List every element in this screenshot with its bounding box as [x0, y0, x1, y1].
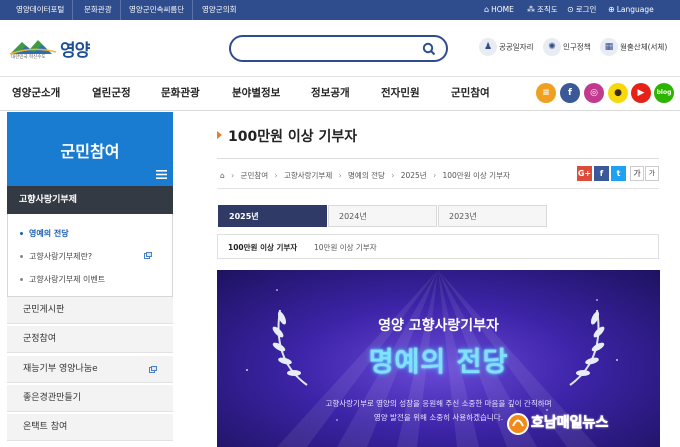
gnb-culture[interactable]: 문화관광 — [161, 85, 200, 100]
chevron-right-icon: › — [338, 171, 342, 180]
news-watermark-text: 호남매일뉴스 — [531, 415, 609, 432]
blog-icon[interactable]: blog — [654, 83, 674, 103]
search-icon[interactable] — [422, 42, 436, 56]
home-link[interactable]: ⌂ HOME — [484, 0, 514, 20]
sidebar-subitem-what-is[interactable]: 고향사랑기부제란? — [20, 251, 92, 262]
sidebar-title: 군민참여 — [60, 142, 120, 161]
logo-text: 영양 — [60, 41, 90, 61]
instagram-icon[interactable]: ◎ — [584, 83, 604, 103]
amount-subtabs: 100만원 이상 기부자 10만원 이상 기부자 — [217, 234, 659, 259]
hamburger-icon[interactable] — [156, 170, 167, 179]
gnb-participation[interactable]: 군민참여 — [451, 85, 490, 100]
breadcrumb-item[interactable]: 2025년 — [401, 171, 427, 180]
home-icon[interactable]: ⌂ — [220, 171, 225, 180]
kakao-icon[interactable]: ● — [608, 83, 628, 103]
external-link-icon — [144, 252, 152, 259]
search-input[interactable] — [243, 42, 413, 56]
sidebar-item-ontact[interactable]: 온택트 참여 — [7, 414, 173, 441]
chevron-right-icon: › — [433, 171, 437, 180]
facebook-share-icon[interactable]: f — [594, 166, 609, 181]
breadcrumb-item[interactable]: 고향사랑기부제 — [284, 171, 332, 180]
title-divider — [217, 158, 659, 159]
top-utility-bar: 영양데이터포털 문화관광 영양군민속씨름단 영양군의회 ⌂ HOME ⁂ 조직도 ⊙… — [0, 0, 680, 20]
breadcrumb-divider — [217, 188, 659, 189]
tab-year-2025[interactable]: 2025년 — [218, 205, 327, 227]
sidebar-item-participation[interactable]: 군정참여 — [7, 326, 173, 353]
youtube-icon[interactable]: ▶ — [631, 83, 651, 103]
sidebar-header: 군민참여 — [7, 112, 173, 186]
language-link[interactable]: ⊕ Language — [608, 0, 654, 20]
grid-icon: ▦ — [600, 38, 618, 56]
nav-bottom-divider — [0, 110, 680, 111]
external-link-icon — [149, 366, 157, 373]
lock-icon: ⊙ — [567, 5, 574, 14]
header-link-font[interactable]: ▦ 월출산체(서체) — [600, 38, 667, 58]
sidebar-submenu: 영예의 전당 고향사랑기부제란? 고향사랑기부제 이벤트 — [7, 214, 173, 297]
subtab-over-100k[interactable]: 10만원 이상 기부자 — [314, 235, 377, 260]
bullet-icon — [20, 232, 23, 235]
gnb-about[interactable]: 영양군소개 — [12, 85, 60, 100]
top-link-council[interactable]: 영양군의회 — [194, 0, 245, 20]
breadcrumb-item[interactable]: 명예의 전당 — [348, 171, 385, 180]
breadcrumb: ⌂ › 군민참여 › 고향사랑기부제 › 명예의 전당 › 2025년 › 10… — [220, 170, 510, 181]
gnb-info-disclosure[interactable]: 정보공개 — [311, 85, 350, 100]
chevron-right-icon: › — [274, 171, 278, 180]
menu-icon[interactable]: ≡ — [536, 83, 556, 103]
person-icon: ♟ — [479, 38, 497, 56]
breadcrumb-item: 100만원 이상 기부자 — [442, 171, 510, 180]
org-chart-link[interactable]: ⁂ 조직도 — [527, 0, 558, 20]
gnb-open-admin[interactable]: 열린군정 — [92, 85, 131, 100]
banner-subtitle: 영양 고향사랑기부자 — [378, 318, 499, 334]
tab-year-2024[interactable]: 2024년 — [328, 205, 437, 227]
gnb-field-info[interactable]: 분야별정보 — [232, 85, 280, 100]
search-box — [229, 35, 448, 62]
font-size-down-button[interactable]: 가 — [645, 166, 659, 181]
header-link-population[interactable]: ✺ 인구정책 — [543, 38, 591, 58]
facebook-icon[interactable]: f — [560, 83, 580, 103]
top-link-culture[interactable]: 문화관광 — [76, 0, 121, 20]
google-plus-icon[interactable]: G+ — [577, 166, 592, 181]
login-link[interactable]: ⊙ 로그인 — [567, 0, 596, 20]
gnb-e-civil[interactable]: 전자민원 — [381, 85, 420, 100]
bulb-icon: ✺ — [543, 38, 561, 56]
sidebar-subitem-hall-of-fame[interactable]: 영예의 전당 — [20, 228, 69, 239]
sidebar-item-board[interactable]: 군민게시판 — [7, 297, 173, 324]
tab-year-2023[interactable]: 2023년 — [438, 205, 547, 227]
chevron-right-icon: › — [231, 171, 235, 180]
top-link-data-portal[interactable]: 영양데이터포털 — [8, 0, 74, 20]
sidebar-section-hometown-donation[interactable]: 고향사랑기부제 — [7, 186, 173, 214]
nav-top-divider — [0, 76, 680, 77]
chevron-right-icon: › — [391, 171, 395, 180]
top-link-ssireum[interactable]: 영양군민속씨름단 — [121, 0, 194, 20]
subtab-over-1m[interactable]: 100만원 이상 기부자 — [228, 235, 297, 260]
bullet-icon — [20, 278, 23, 281]
twitter-icon[interactable]: t — [611, 166, 626, 181]
header-link-public-jobs[interactable]: ♟ 공공일자리 — [479, 38, 534, 58]
globe-icon: ⊕ — [608, 5, 615, 14]
home-icon: ⌂ — [484, 5, 490, 14]
font-size-up-button[interactable]: 가 — [630, 166, 644, 181]
org-chart-icon: ⁂ — [527, 5, 535, 14]
sidebar-subitem-event[interactable]: 고향사랑기부제 이벤트 — [20, 274, 105, 285]
sidebar-item-landscape[interactable]: 좋은경관만들기 — [7, 385, 173, 412]
logo-slogan: 대한민국 혁신수도 — [11, 55, 46, 60]
banner-title: 명예의 전당 — [368, 347, 509, 378]
banner-description-line1: 고향사랑기부로 영양의 성장을 응원해 주신 소중한 마음을 깊이 간직하며 — [325, 399, 552, 408]
bullet-icon — [20, 255, 23, 258]
page-title: 100만원 이상 기부자 — [228, 129, 358, 145]
title-marker-icon — [217, 131, 222, 139]
breadcrumb-item[interactable]: 군민참여 — [241, 171, 269, 180]
